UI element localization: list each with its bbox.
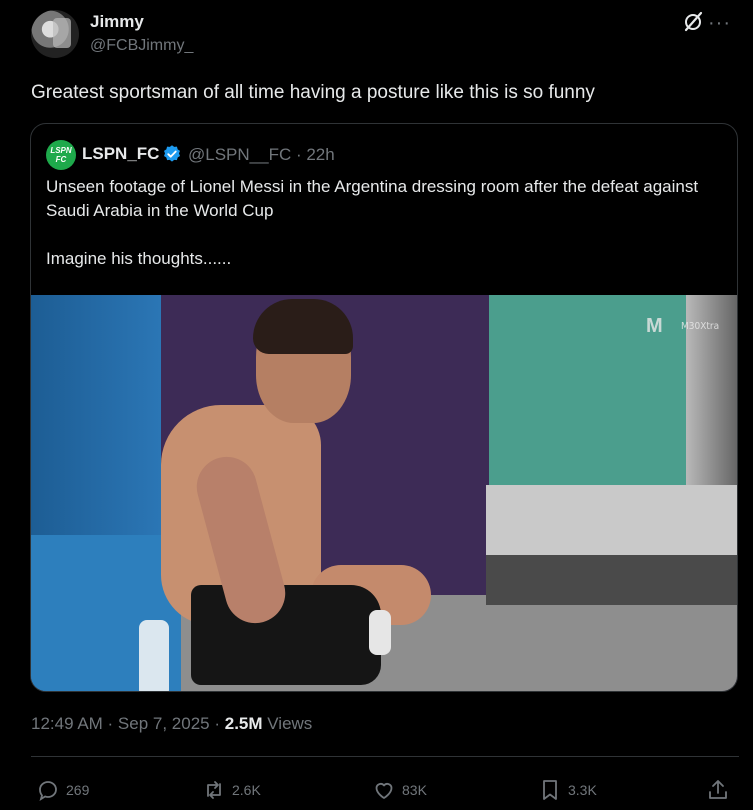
tweet-meta: 12:49 AM · Sep 7, 2025 · 2.5M Views xyxy=(31,714,312,734)
tweet-header: Jimmy @FCBJimmy_ ··· xyxy=(31,10,731,62)
reply-button[interactable]: 269 xyxy=(36,778,89,802)
views-label: Views xyxy=(262,714,313,733)
verified-badge-icon xyxy=(164,145,180,162)
media-scene-bench xyxy=(486,485,737,555)
repost-count: 2.6K xyxy=(232,782,261,798)
tweet-text: Greatest sportsman of all time having a … xyxy=(31,82,595,103)
views-count: 2.5M xyxy=(224,714,263,733)
tweet-timestamp[interactable]: 12:49 AM · Sep 7, 2025 · xyxy=(31,714,225,733)
bookmark-count: 3.3K xyxy=(568,782,597,798)
more-options-icon[interactable]: ··· xyxy=(708,12,731,35)
quoted-avatar[interactable]: LSPN FC xyxy=(46,140,76,170)
media-scene-person-shorts xyxy=(191,585,381,685)
media-watermark-text: M30Xtra xyxy=(681,321,720,332)
repost-icon xyxy=(207,781,221,799)
media-scene-bottle-small xyxy=(369,610,391,655)
share-icon xyxy=(709,780,727,799)
quoted-tweet[interactable]: LSPN FC LSPN_FC @LSPN__FC · 22h Unseen f… xyxy=(30,123,738,692)
action-bar: 269 2.6K 83K 3.3K xyxy=(0,770,753,810)
share-button[interactable] xyxy=(706,778,736,802)
reply-icon xyxy=(39,781,57,801)
author-display-name[interactable]: Jimmy xyxy=(90,12,144,32)
author-handle[interactable]: @FCBJimmy_ xyxy=(90,37,193,55)
like-count: 83K xyxy=(402,782,427,798)
media-scene-person-hair xyxy=(253,299,353,354)
quoted-display-name[interactable]: LSPN_FC xyxy=(82,144,159,164)
bookmark-icon xyxy=(543,780,557,800)
media-scene-shelf xyxy=(486,555,737,605)
quoted-text: Unseen footage of Lionel Messi in the Ar… xyxy=(46,177,699,268)
quoted-media-video[interactable]: M M30Xtra xyxy=(31,295,737,691)
media-watermark-logo: M xyxy=(646,315,663,337)
quoted-handle-time: @LSPN__FC · 22h xyxy=(188,145,335,164)
heart-icon xyxy=(375,783,393,799)
author-avatar[interactable] xyxy=(31,10,79,58)
grok-icon[interactable] xyxy=(681,10,705,34)
reply-count: 269 xyxy=(66,782,90,798)
bookmark-button[interactable]: 3.3K xyxy=(538,778,597,802)
like-button[interactable]: 83K xyxy=(372,778,427,802)
media-scene-bottle xyxy=(139,620,169,691)
divider xyxy=(31,756,739,757)
repost-button[interactable]: 2.6K xyxy=(202,778,261,802)
